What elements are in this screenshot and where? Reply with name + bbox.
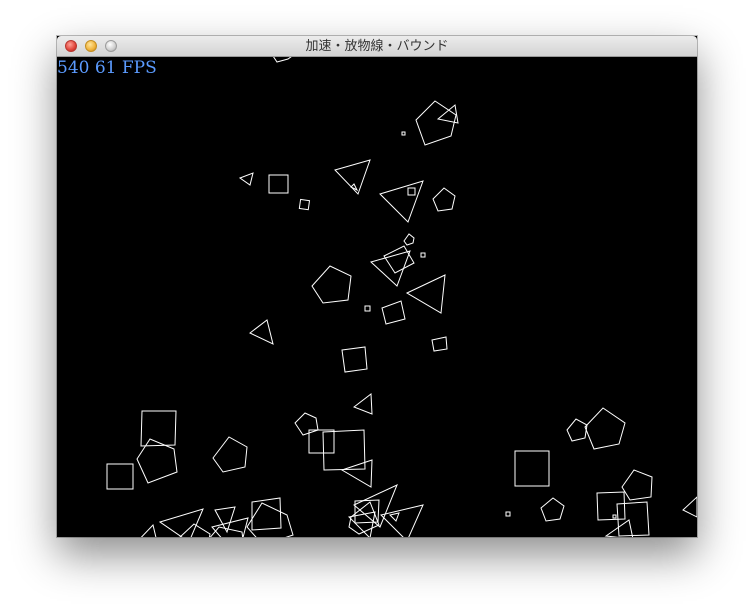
pentagon-shape [311,265,352,304]
particle-scene [106,57,697,537]
pentagon-shape [621,469,653,501]
square-shape [298,198,311,211]
pentagon-shape [294,412,319,436]
pentagon-shape [348,501,380,535]
pentagon-shape [432,187,456,212]
pentagon-shape [540,497,565,522]
square-shape [268,174,289,194]
particle-canvas[interactable]: 540 61 FPS [57,57,697,537]
triangle-shape [140,523,157,537]
square-shape [383,245,415,274]
triangle-shape [379,180,424,223]
triangle-shape [353,484,398,528]
square-shape [431,336,448,352]
square-shape [364,305,371,312]
square-shape [596,491,626,521]
pentagon-shape [246,502,294,537]
pentagon-shape [415,100,457,146]
pentagon-shape [403,233,415,246]
square-shape [140,410,177,447]
triangle-shape [249,319,274,345]
title-bar[interactable]: 加速・放物線・バウンド [57,36,697,57]
triangle-shape [158,508,204,537]
pentagon-shape [584,407,626,450]
triangle-shape [682,496,697,518]
window-title: 加速・放物線・バウンド [305,39,449,54]
square-shape [514,450,550,487]
square-shape [308,429,335,454]
pentagon-shape [566,418,588,442]
triangle-shape [340,459,373,488]
pentagon-shape [212,436,248,473]
square-shape [341,346,368,373]
square-shape [381,300,406,325]
app-window: 加速・放物線・バウンド 540 61 FPS [57,36,697,537]
pentagon-shape [209,526,244,537]
triangle-shape [334,159,371,195]
triangle-shape [405,274,446,314]
pentagon-shape [179,523,211,537]
square-shape [420,252,426,258]
square-shape [612,514,617,519]
square-shape [407,187,416,196]
pentagon-shape [273,57,292,63]
triangle-shape [604,519,634,537]
triangle-shape [347,511,376,537]
square-shape [401,131,406,136]
triangle-shape [350,183,359,192]
square-shape [505,511,511,517]
square-shape [251,497,282,531]
triangle-shape [352,393,373,415]
square-shape [106,463,134,490]
triangle-shape [389,512,400,522]
fps-counter: 540 61 FPS [57,58,157,78]
triangle-shape [238,172,254,186]
